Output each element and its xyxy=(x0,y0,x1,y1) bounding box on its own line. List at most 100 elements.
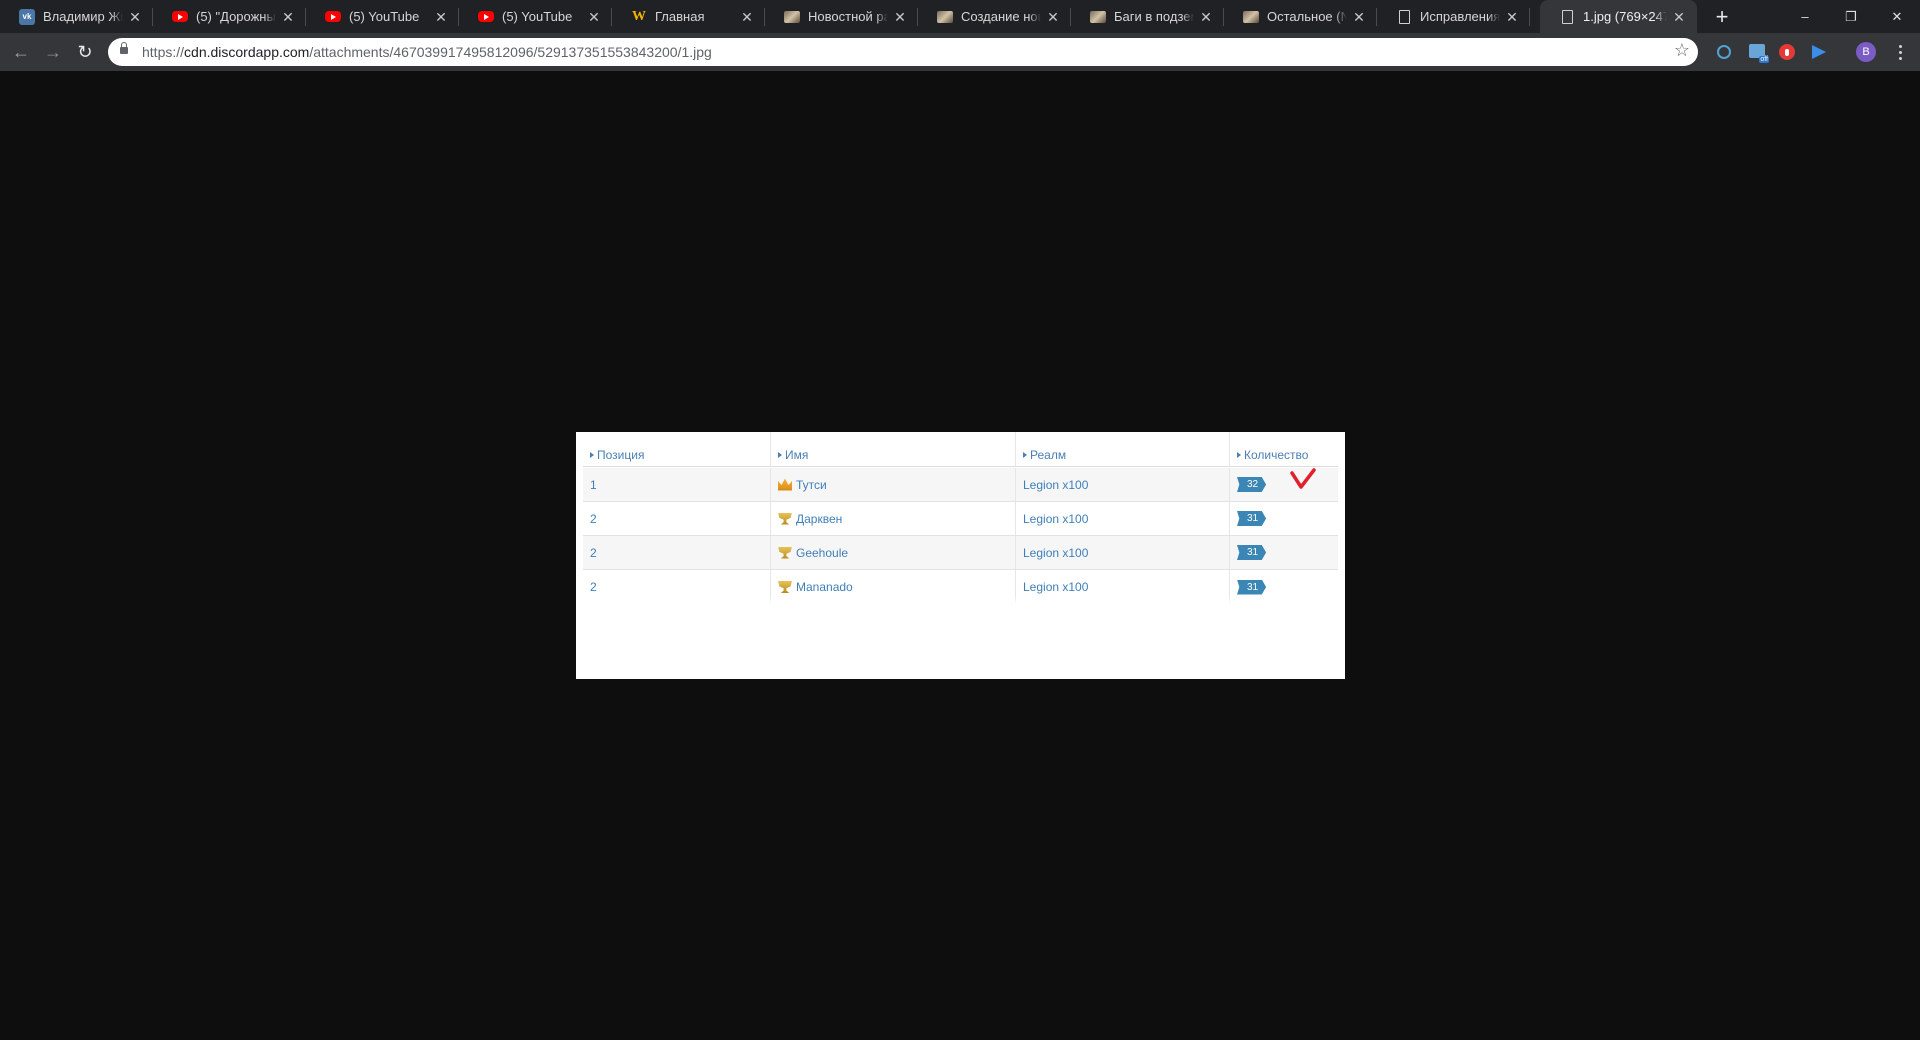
count-cell: 31 xyxy=(1229,502,1338,535)
header-cell[interactable]: Позиция xyxy=(583,432,770,466)
tab-2[interactable]: (5) "Дорожные сети" ✕ xyxy=(153,0,306,33)
document-icon xyxy=(1559,9,1575,25)
extension-badge: off xyxy=(1759,56,1769,63)
header-label: Позиция xyxy=(597,448,645,462)
wow-icon xyxy=(1243,9,1259,25)
close-window-button[interactable]: ✕ xyxy=(1874,0,1920,33)
browser-menu-icon[interactable] xyxy=(1890,42,1910,62)
player-name-link[interactable]: Тутси xyxy=(796,478,827,492)
close-icon[interactable]: ✕ xyxy=(1351,9,1367,25)
url-text[interactable]: https://cdn.discordapp.com/attachments/4… xyxy=(142,44,712,60)
url-path: /attachments/467039917495812096/52913735… xyxy=(309,44,712,60)
realm-link[interactable]: Legion x100 xyxy=(1023,580,1088,594)
tab-9[interactable]: Остальное (Npc) ✕ xyxy=(1224,0,1377,33)
close-icon[interactable]: ✕ xyxy=(1671,9,1687,25)
player-name-link[interactable]: Дарквен xyxy=(796,512,842,526)
realm-link[interactable]: Legion x100 xyxy=(1023,512,1088,526)
table-row: 1 Тутси Legion x100 32 xyxy=(583,468,1338,502)
minimize-button[interactable]: – xyxy=(1782,0,1828,33)
reload-button[interactable]: ↻ xyxy=(71,38,99,66)
close-icon[interactable]: ✕ xyxy=(892,9,908,25)
position-cell: 2 xyxy=(590,545,597,560)
table-header: Позиция Имя Реалм Количество xyxy=(583,432,1338,467)
close-icon[interactable]: ✕ xyxy=(586,9,602,25)
bookmark-star-icon[interactable]: ☆ xyxy=(1674,40,1690,61)
tab-7[interactable]: Создание новой темы ✕ xyxy=(918,0,1071,33)
browser-toolbar: ← → ↻ https://cdn.discordapp.com/attachm… xyxy=(0,33,1920,71)
red-checkmark-icon xyxy=(1290,468,1316,489)
header-cell[interactable]: Количество xyxy=(1229,432,1338,466)
count-cell: 32 xyxy=(1229,468,1338,501)
close-icon[interactable]: ✕ xyxy=(739,9,755,25)
tab-title: 1.jpg (769×247) xyxy=(1583,9,1667,24)
restore-button[interactable]: ❐ xyxy=(1828,0,1874,33)
tab-6[interactable]: Новостной раздел ✕ xyxy=(765,0,918,33)
new-tab-button[interactable]: + xyxy=(1709,4,1735,30)
forward-button[interactable]: → xyxy=(39,38,67,66)
close-icon[interactable]: ✕ xyxy=(127,9,143,25)
trophy-icon xyxy=(778,581,792,593)
url-scheme: https:// xyxy=(142,44,185,60)
header-label: Количество xyxy=(1244,448,1309,462)
youtube-icon xyxy=(478,9,494,25)
tab-title: (5) YouTube xyxy=(349,9,420,24)
realm-cell: Legion x100 xyxy=(1015,502,1229,535)
header-cell[interactable]: Реалм xyxy=(1015,432,1229,466)
tab-3[interactable]: (5) YouTube ✕ xyxy=(306,0,459,33)
close-icon[interactable]: ✕ xyxy=(1198,9,1214,25)
realm-link[interactable]: Legion x100 xyxy=(1023,546,1088,560)
wow-icon xyxy=(937,9,953,25)
tab-title: Баги в подземельях xyxy=(1114,9,1194,24)
name-cell: Geehoule xyxy=(770,536,1015,569)
close-icon[interactable]: ✕ xyxy=(1504,9,1520,25)
header-cell[interactable]: Имя xyxy=(770,432,1015,466)
player-name-link[interactable]: Geehoule xyxy=(796,546,848,560)
camera-extension-icon[interactable]: off xyxy=(1749,44,1769,63)
youtube-icon xyxy=(172,9,188,25)
player-name-link[interactable]: Mananado xyxy=(796,580,853,594)
realm-link[interactable]: Legion x100 xyxy=(1023,478,1088,492)
tab-title: Остальное (Npc) xyxy=(1267,9,1347,24)
realm-cell: Legion x100 xyxy=(1015,536,1229,569)
position-cell: 2 xyxy=(590,511,597,526)
tab-strip: vk Владимир Жириновский ✕ (5) "Дорожные … xyxy=(0,0,1920,33)
close-icon[interactable]: ✕ xyxy=(1045,9,1061,25)
close-icon[interactable]: ✕ xyxy=(433,9,449,25)
tab-title: Главная xyxy=(655,9,705,24)
tab-title: Исправления за xyxy=(1420,9,1500,24)
drive-extension-icon[interactable] xyxy=(1717,45,1731,59)
header-label: Реалм xyxy=(1030,448,1067,462)
count-badge: 32 xyxy=(1237,477,1267,492)
tab-5[interactable]: W Главная ✕ xyxy=(612,0,765,33)
youtube-icon xyxy=(325,9,341,25)
url-host: cdn.discordapp.com xyxy=(184,44,310,60)
count-badge: 31 xyxy=(1237,511,1267,526)
caret-right-icon xyxy=(1023,452,1027,458)
close-icon[interactable]: ✕ xyxy=(280,9,296,25)
tab-8[interactable]: Баги в подземельях ✕ xyxy=(1071,0,1224,33)
name-cell: Тутси xyxy=(770,468,1015,501)
tab-10[interactable]: Исправления за ✕ xyxy=(1377,0,1530,33)
play-extension-icon[interactable] xyxy=(1812,45,1826,59)
document-icon xyxy=(1396,9,1412,25)
back-button[interactable]: ← xyxy=(7,38,35,66)
realm-cell: Legion x100 xyxy=(1015,468,1229,501)
tab-1[interactable]: vk Владимир Жириновский ✕ xyxy=(0,0,153,33)
tab-title: Новостной раздел xyxy=(808,9,888,24)
count-badge: 31 xyxy=(1237,545,1267,560)
profile-avatar[interactable]: B xyxy=(1856,42,1876,62)
viewed-image[interactable]: Позиция Имя Реалм Количество 1 Тутси Leg… xyxy=(576,432,1345,679)
count-badge: 31 xyxy=(1237,579,1267,595)
header-label: Имя xyxy=(785,448,809,462)
count-cell: 31 xyxy=(1229,536,1338,569)
tab-4[interactable]: (5) YouTube ✕ xyxy=(459,0,612,33)
address-bar[interactable]: https://cdn.discordapp.com/attachments/4… xyxy=(108,38,1698,66)
tab-active[interactable]: 1.jpg (769×247) ✕ xyxy=(1540,0,1697,33)
table-row: 2 Geehoule Legion x100 31 xyxy=(583,536,1338,570)
tab-title: Создание новой темы xyxy=(961,9,1041,24)
lock-icon xyxy=(120,42,128,55)
wow-icon xyxy=(1090,9,1106,25)
crown-icon xyxy=(778,478,792,491)
microphone-extension-icon[interactable] xyxy=(1779,44,1795,60)
trophy-icon xyxy=(778,512,792,525)
